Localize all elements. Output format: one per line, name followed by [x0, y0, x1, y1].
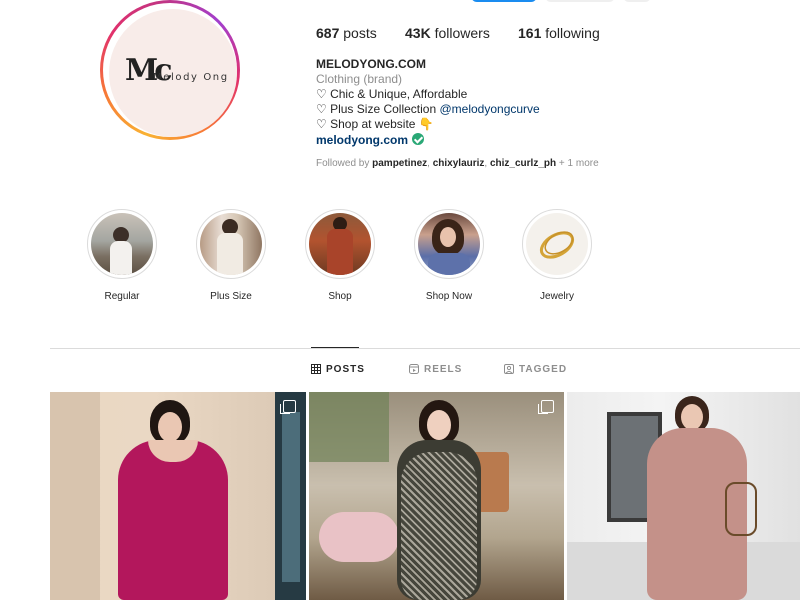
profile-avatar[interactable]: Mc Melody Ong — [100, 0, 240, 140]
highlight-jewelry[interactable]: Jewelry — [522, 209, 592, 302]
followed-by-prefix: Followed by — [316, 158, 373, 169]
active-tab-indicator — [311, 347, 359, 348]
following-label: following — [545, 25, 600, 41]
bio-line-2: ♡ Plus Size Collection @melodyongcurve — [316, 102, 540, 116]
avatar-image: Mc Melody Ong — [109, 9, 237, 137]
highlight-ring — [196, 209, 266, 279]
posts-count: 687 — [316, 25, 340, 41]
tab-posts[interactable]: POSTS — [311, 364, 365, 375]
posts-label: posts — [343, 25, 377, 41]
grid-icon — [311, 364, 321, 374]
tab-tagged-label: TAGGED — [519, 364, 568, 375]
highlight-image — [309, 213, 371, 275]
highlight-label: Shop Now — [425, 291, 473, 302]
verified-check-icon — [412, 133, 425, 145]
tabs-divider — [50, 348, 800, 349]
bracelet-illustration — [539, 231, 575, 259]
highlight-ring — [305, 209, 375, 279]
highlight-plus-size[interactable]: Plus Size — [196, 209, 266, 302]
tab-posts-label: POSTS — [326, 364, 365, 375]
post-thumbnail[interactable] — [309, 392, 564, 600]
followed-by[interactable]: Followed by pampetinez, chixylauriz, chi… — [316, 158, 599, 169]
highlight-label: Jewelry — [540, 291, 574, 302]
profile-name: MELODYONG.COM — [316, 57, 426, 71]
tab-tagged[interactable]: TAGGED — [504, 364, 567, 375]
highlight-image — [91, 213, 153, 275]
highlight-shop[interactable]: Shop — [305, 209, 375, 302]
multi-post-icon — [538, 400, 554, 414]
highlight-label: Plus Size — [210, 291, 252, 302]
highlight-image — [200, 213, 262, 275]
tagged-icon — [504, 364, 514, 374]
profile-category: Clothing (brand) — [316, 72, 403, 86]
followers-stat[interactable]: 43K followers — [405, 25, 490, 41]
highlight-label: Regular — [104, 291, 140, 302]
bio-line-2-text: ♡ Plus Size Collection — [316, 102, 440, 116]
tab-reels-label: REELS — [424, 364, 463, 375]
follower-name-3: chiz_curlz_ph — [489, 158, 557, 169]
avatar-gap: Mc Melody Ong — [103, 3, 237, 137]
message-button[interactable] — [545, 0, 615, 2]
followed-by-more: + 1 more — [556, 158, 599, 169]
reels-icon — [409, 364, 419, 374]
highlight-ring — [87, 209, 157, 279]
highlight-regular[interactable]: Regular — [87, 209, 157, 302]
highlight-image — [526, 213, 588, 275]
highlight-ring — [414, 209, 484, 279]
brand-logo-text: Melody Ong — [153, 72, 229, 83]
highlight-image — [418, 213, 480, 275]
bio-line-3: ♡ Shop at website 👇 — [316, 117, 434, 131]
follower-name-1: pampetinez — [372, 158, 428, 169]
website-row: melodyong.com — [316, 133, 425, 147]
follower-name-2: chixylauriz — [432, 158, 485, 169]
highlight-shop-now[interactable]: Shop Now — [414, 209, 484, 302]
tab-reels[interactable]: REELS — [409, 364, 462, 375]
highlight-label: Shop — [328, 291, 352, 302]
following-stat[interactable]: 161 following — [518, 25, 600, 41]
post-thumbnail[interactable] — [50, 392, 306, 600]
posts-stat: 687 posts — [316, 25, 377, 41]
more-options-button[interactable] — [623, 0, 651, 2]
bio-line-1: ♡ Chic & Unique, Affordable — [316, 87, 468, 101]
multi-post-icon — [280, 400, 296, 414]
highlight-ring — [522, 209, 592, 279]
post-thumbnail[interactable] — [567, 392, 800, 600]
website-link[interactable]: melodyong.com — [316, 133, 408, 147]
follow-button[interactable] — [471, 0, 537, 2]
plus-size-handle-link[interactable]: @melodyongcurve — [439, 102, 539, 116]
followers-count: 43K — [405, 25, 431, 41]
followers-label: followers — [434, 25, 490, 41]
following-count: 161 — [518, 25, 542, 41]
